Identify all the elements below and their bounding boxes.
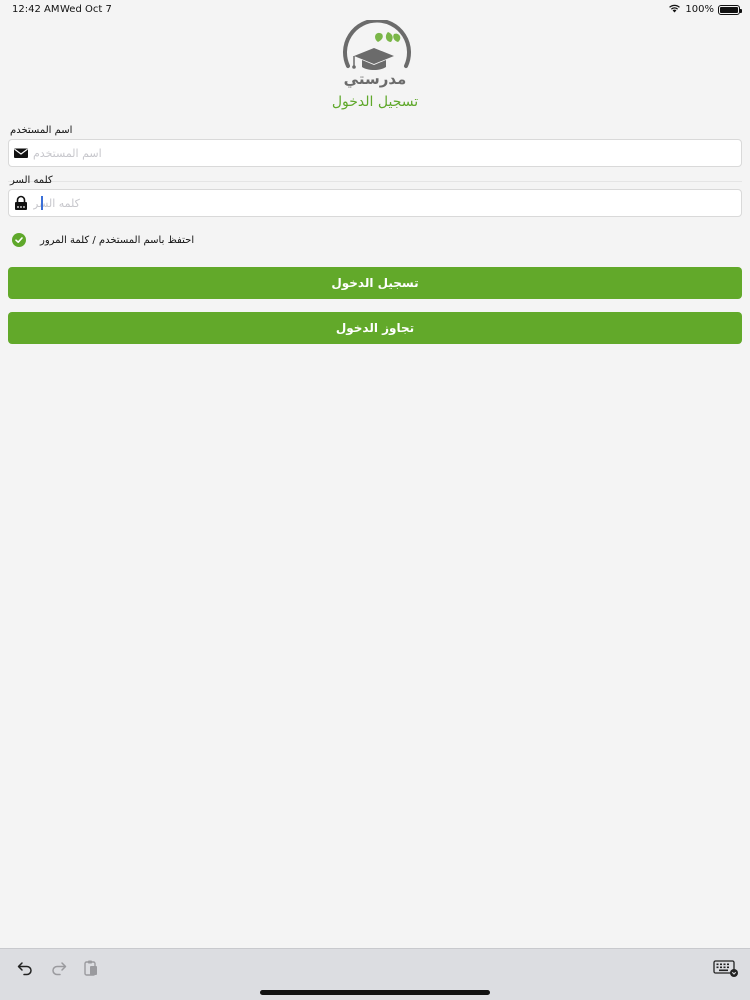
status-bar: 12:42 AM Wed Oct 7 100% xyxy=(0,0,750,20)
redo-icon[interactable] xyxy=(48,957,70,979)
password-input[interactable] xyxy=(33,190,735,216)
username-input[interactable] xyxy=(33,140,735,166)
skip-login-button[interactable]: تجاوز الدخول xyxy=(8,312,742,344)
password-label: كلمه السر xyxy=(10,175,53,186)
remember-toggle[interactable]: احتفظ باسم المستخدم / كلمة المرور xyxy=(12,232,194,248)
status-time: 12:42 AM xyxy=(12,4,60,15)
status-date: Wed Oct 7 xyxy=(60,4,112,15)
lock-icon xyxy=(13,195,29,211)
status-right: 100% xyxy=(668,3,742,16)
username-field[interactable] xyxy=(8,139,742,167)
keyboard-dismiss-icon[interactable] xyxy=(712,957,740,979)
section-divider xyxy=(8,181,742,182)
page-title: تسجيل الدخول xyxy=(331,94,419,110)
battery-percent: 100% xyxy=(685,4,714,15)
username-label: اسم المستخدم xyxy=(10,125,73,136)
login-button[interactable]: تسجيل الدخول xyxy=(8,267,742,299)
wifi-icon xyxy=(668,3,681,16)
battery-icon xyxy=(718,4,742,15)
home-indicator xyxy=(260,990,490,995)
remember-label: احتفظ باسم المستخدم / كلمة المرور xyxy=(40,234,195,246)
paste-icon[interactable] xyxy=(80,957,102,979)
checkmark-icon[interactable] xyxy=(12,233,26,247)
app-logo: مدرستي xyxy=(336,18,414,90)
logo-text: مدرستي xyxy=(343,70,407,88)
password-field[interactable] xyxy=(8,189,742,217)
text-cursor xyxy=(41,196,43,210)
undo-icon[interactable] xyxy=(14,957,36,979)
envelope-icon xyxy=(13,145,29,161)
